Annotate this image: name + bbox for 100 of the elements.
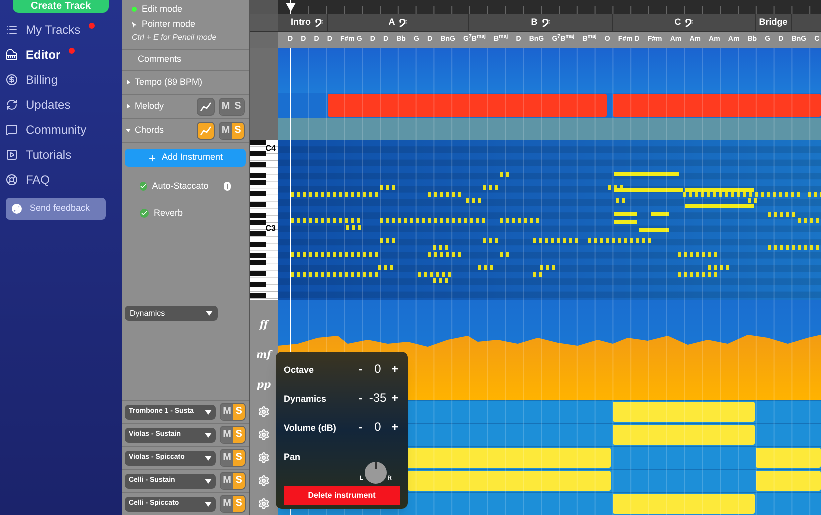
refresh-icon <box>6 98 18 110</box>
send-feedback-button[interactable]: Send feedback <box>6 198 106 220</box>
section-header[interactable]: B <box>469 14 613 31</box>
nav-item[interactable]: Editor <box>6 42 116 67</box>
section-header[interactable]: Intro <box>278 14 328 31</box>
cursor-icon <box>132 22 137 28</box>
caret-down-icon[interactable] <box>126 128 131 133</box>
automation-button[interactable] <box>197 122 215 140</box>
clip-block[interactable] <box>613 402 755 422</box>
dynamics-mark: ff <box>260 318 268 332</box>
caret-right-icon[interactable] <box>126 104 131 109</box>
increment-button[interactable]: + <box>390 422 400 432</box>
caret-down-icon <box>205 456 212 460</box>
section-header[interactable]: Bridge <box>756 14 792 31</box>
track-label: Melody <box>135 100 166 113</box>
octave-label: C4 <box>266 143 276 155</box>
setting-value: 0 <box>374 364 382 374</box>
settings-icon[interactable] <box>258 498 270 510</box>
track-label: Tempo (89 BPM) <box>135 76 204 89</box>
nav-label: FAQ <box>26 172 50 188</box>
nav-label: Tutorials <box>26 146 72 164</box>
nav-item[interactable]: My Tracks <box>6 17 116 42</box>
dollar-icon <box>6 74 18 86</box>
mute-button[interactable]: M <box>221 496 234 512</box>
mute-button[interactable]: M <box>221 404 234 420</box>
increment-button[interactable]: + <box>390 364 400 374</box>
nav-item[interactable]: FAQ <box>6 167 116 192</box>
solo-button[interactable]: S <box>232 98 244 114</box>
nav-item[interactable]: Billing <box>6 67 116 92</box>
setting-value: -35 <box>368 393 388 403</box>
mute-button[interactable]: M <box>220 98 232 114</box>
decrement-button[interactable]: - <box>356 364 366 374</box>
automation-dropdown[interactable]: Dynamics <box>125 306 218 321</box>
settings-icon[interactable] <box>258 428 270 440</box>
trend-icon <box>200 126 212 136</box>
nav-item[interactable]: Tutorials <box>6 142 116 167</box>
decrement-button[interactable]: - <box>356 393 366 403</box>
settings-icon[interactable] <box>258 474 270 486</box>
clip-block[interactable] <box>613 425 755 445</box>
caret-down-icon <box>205 432 212 438</box>
effect-label: Reverb <box>154 206 184 220</box>
info-icon[interactable] <box>224 182 231 191</box>
caret-down-icon <box>205 502 212 506</box>
mute-button[interactable]: M <box>221 450 234 466</box>
chat-icon <box>6 124 18 136</box>
decrement-button[interactable]: - <box>356 422 366 432</box>
nav-label: Editor <box>26 46 61 64</box>
setting-label: Octave <box>284 364 316 377</box>
mode-option[interactable]: Pointer mode <box>132 17 239 32</box>
lifebuoy-icon <box>6 174 18 186</box>
mute-button[interactable]: M <box>220 122 232 138</box>
solo-button[interactable]: S <box>233 404 245 420</box>
nav-item[interactable]: Updates <box>6 92 116 117</box>
dynamics-mark: pp <box>257 378 271 392</box>
section-header[interactable]: C <box>613 14 756 31</box>
track-label: Chords <box>135 124 166 137</box>
clip-block[interactable] <box>756 471 821 491</box>
solo-button[interactable]: S <box>233 473 245 489</box>
solo-button[interactable]: S <box>233 450 245 466</box>
mute-button[interactable]: M <box>221 473 234 489</box>
nav-label: Updates <box>26 96 71 114</box>
solo-button[interactable]: S <box>232 122 244 138</box>
clip-block[interactable] <box>408 471 611 491</box>
solo-button[interactable]: S <box>233 496 245 512</box>
mute-button[interactable]: M <box>221 427 234 443</box>
caret-right-icon[interactable] <box>126 80 131 85</box>
increment-button[interactable]: + <box>390 393 400 403</box>
trend-icon <box>200 102 212 112</box>
add-instrument-button[interactable]: Add Instrument <box>125 149 246 167</box>
nav-label: Community <box>26 122 87 138</box>
setting-label: Pan <box>284 451 302 464</box>
check-icon[interactable] <box>140 182 148 191</box>
clip-block[interactable] <box>756 448 821 468</box>
pan-knob[interactable] <box>364 462 387 484</box>
setting-label: Volume (dB) <box>284 422 338 435</box>
piano-icon <box>6 48 18 60</box>
automation-button[interactable] <box>197 98 215 116</box>
settings-icon[interactable] <box>258 452 270 464</box>
delete-instrument-button[interactable]: Delete instrument <box>284 486 400 505</box>
effect-label: Auto-Staccato <box>152 180 209 193</box>
check-icon[interactable] <box>140 209 149 218</box>
clip-block[interactable] <box>613 494 755 514</box>
section-header[interactable]: A <box>328 14 469 31</box>
nav-label: My Tracks <box>26 22 81 38</box>
shortcut-hint: Ctrl + E for Pencil mode <box>132 32 218 43</box>
nav-item[interactable]: Community <box>6 117 116 142</box>
play-icon <box>6 148 18 160</box>
pencil-icon <box>12 204 22 214</box>
mode-option[interactable]: Edit mode <box>132 2 239 17</box>
comments-row[interactable]: Comments <box>122 50 249 71</box>
caret-down-icon <box>206 311 213 316</box>
settings-icon[interactable] <box>258 406 270 418</box>
caret-down-icon <box>205 410 212 414</box>
create-track-button[interactable]: Create Track <box>13 0 109 13</box>
dynamics-mark: mf <box>256 348 272 362</box>
setting-value: 0 <box>374 422 382 432</box>
nav-label: Billing <box>26 72 58 88</box>
solo-button[interactable]: S <box>233 427 245 443</box>
corner-panel <box>250 32 278 48</box>
plus-icon <box>148 154 157 162</box>
